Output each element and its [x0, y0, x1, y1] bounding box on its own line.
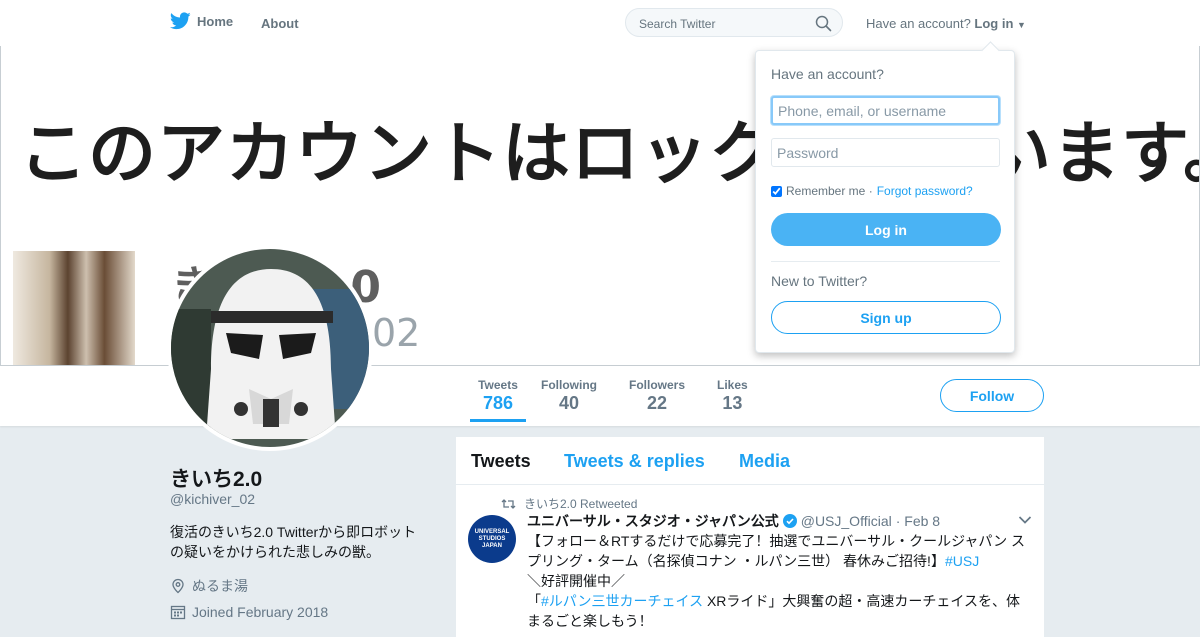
join-date-text: Joined February 2018 [192, 604, 329, 620]
account-prompt: Have an account? [866, 16, 971, 31]
search-box [625, 8, 843, 37]
stat-value: 13 [722, 393, 743, 413]
stat-label: Tweets [478, 378, 518, 392]
tab-media[interactable]: Media [739, 451, 790, 472]
tweet-header: ユニバーサル・スタジオ・ジャパン公式 @USJ_Official · Feb 8 [527, 511, 940, 531]
tweet-date[interactable]: · Feb 8 [896, 513, 940, 529]
stat-label: Following [541, 378, 597, 392]
nav-home-link[interactable]: Home [170, 12, 233, 30]
login-dropdown-title: Have an account? [771, 66, 884, 82]
username-field[interactable] [771, 96, 1000, 125]
banner-text: このアカウントはロックされています。 [19, 115, 1200, 194]
account-menu[interactable]: Have an account? Log in ▼ [866, 16, 1026, 31]
remember-me-row: Remember me · Forgot password? [771, 184, 973, 198]
stat-following[interactable]: Following 40 [541, 378, 597, 414]
hashtag-link[interactable]: #ルパン三世カーチェイス [541, 593, 703, 609]
profile-name: きいち2.0 [170, 468, 263, 491]
chevron-down-icon[interactable] [1018, 515, 1032, 525]
login-dropdown: Have an account? Remember me · Forgot pa… [755, 50, 1015, 353]
tweet-author-handle[interactable]: @USJ_Official [801, 513, 892, 529]
nav-home-label: Home [197, 13, 234, 29]
stat-value: 40 [558, 393, 580, 413]
tab-tweets-and-replies[interactable]: Tweets & replies [564, 451, 705, 472]
tweet-text-part: ＼好評開催中／ [527, 573, 625, 589]
banner-figures-image [13, 251, 135, 365]
tweet-author-avatar[interactable]: UNIVERSAL STUDIOS JAPAN [468, 515, 516, 563]
divider [771, 261, 1000, 262]
profile-location: ぬるま湯 [170, 576, 248, 596]
stormtrooper-avatar-image [171, 249, 369, 447]
calendar-icon [170, 605, 186, 620]
stat-value: 786 [482, 393, 514, 413]
tweet-text-part: 「 [527, 593, 541, 609]
stat-likes[interactable]: Likes 13 [717, 378, 748, 414]
twitter-bird-icon [170, 12, 191, 30]
verified-badge-icon [782, 514, 797, 528]
stat-label: Likes [717, 378, 748, 392]
stat-followers[interactable]: Followers 22 [629, 378, 685, 414]
login-button[interactable]: Log in [771, 213, 1001, 246]
profile-handle[interactable]: @kichiver_02 [170, 491, 255, 507]
hashtag-link[interactable]: #USJ [945, 553, 979, 569]
location-text: ぬるま湯 [192, 578, 248, 594]
new-to-twitter-label: New to Twitter? [771, 273, 868, 289]
profile-join-date: Joined February 2018 [170, 604, 328, 620]
timeline-tabs: Tweets Tweets & replies Media [456, 437, 1044, 485]
top-navigation-bar: Home About Have an account? Log in ▼ [0, 0, 1200, 47]
stat-value: 22 [646, 393, 668, 413]
remember-me-checkbox[interactable] [771, 185, 782, 197]
retweet-icon [501, 498, 516, 509]
tab-tweets[interactable]: Tweets [471, 451, 531, 472]
remember-me-label[interactable]: Remember me · [786, 184, 873, 198]
tweet-author-name[interactable]: ユニバーサル・スタジオ・ジャパン公式 [527, 511, 779, 531]
stat-tweets[interactable]: Tweets 786 [470, 378, 526, 422]
timeline: Tweets Tweets & replies Media きいち2.0 Ret… [456, 437, 1044, 637]
retweet-context: きいち2.0 Retweeted [501, 495, 637, 512]
follow-button[interactable]: Follow [940, 379, 1044, 412]
login-menu-label[interactable]: Log in [974, 16, 1013, 31]
password-field[interactable] [771, 138, 1000, 167]
avatar[interactable] [167, 245, 373, 451]
stat-label: Followers [629, 378, 686, 392]
location-pin-icon [172, 578, 184, 594]
profile-bio: 復活のきいち2.0 Twitterから即ロボットの疑いをかけられた悲しみの獣。 [170, 524, 417, 560]
search-icon[interactable] [815, 15, 832, 32]
signup-button[interactable]: Sign up [771, 301, 1001, 334]
caret-down-icon: ▼ [1017, 20, 1026, 30]
tweet-text: 【フォロー＆RTするだけで応募完了！抽選でユニバーサル・クールジャパン スプリン… [527, 531, 1027, 631]
search-input[interactable] [637, 16, 811, 32]
forgot-password-link[interactable]: Forgot password? [877, 184, 973, 198]
retweet-label[interactable]: きいち2.0 Retweeted [524, 495, 637, 512]
nav-about-link[interactable]: About [261, 16, 299, 31]
